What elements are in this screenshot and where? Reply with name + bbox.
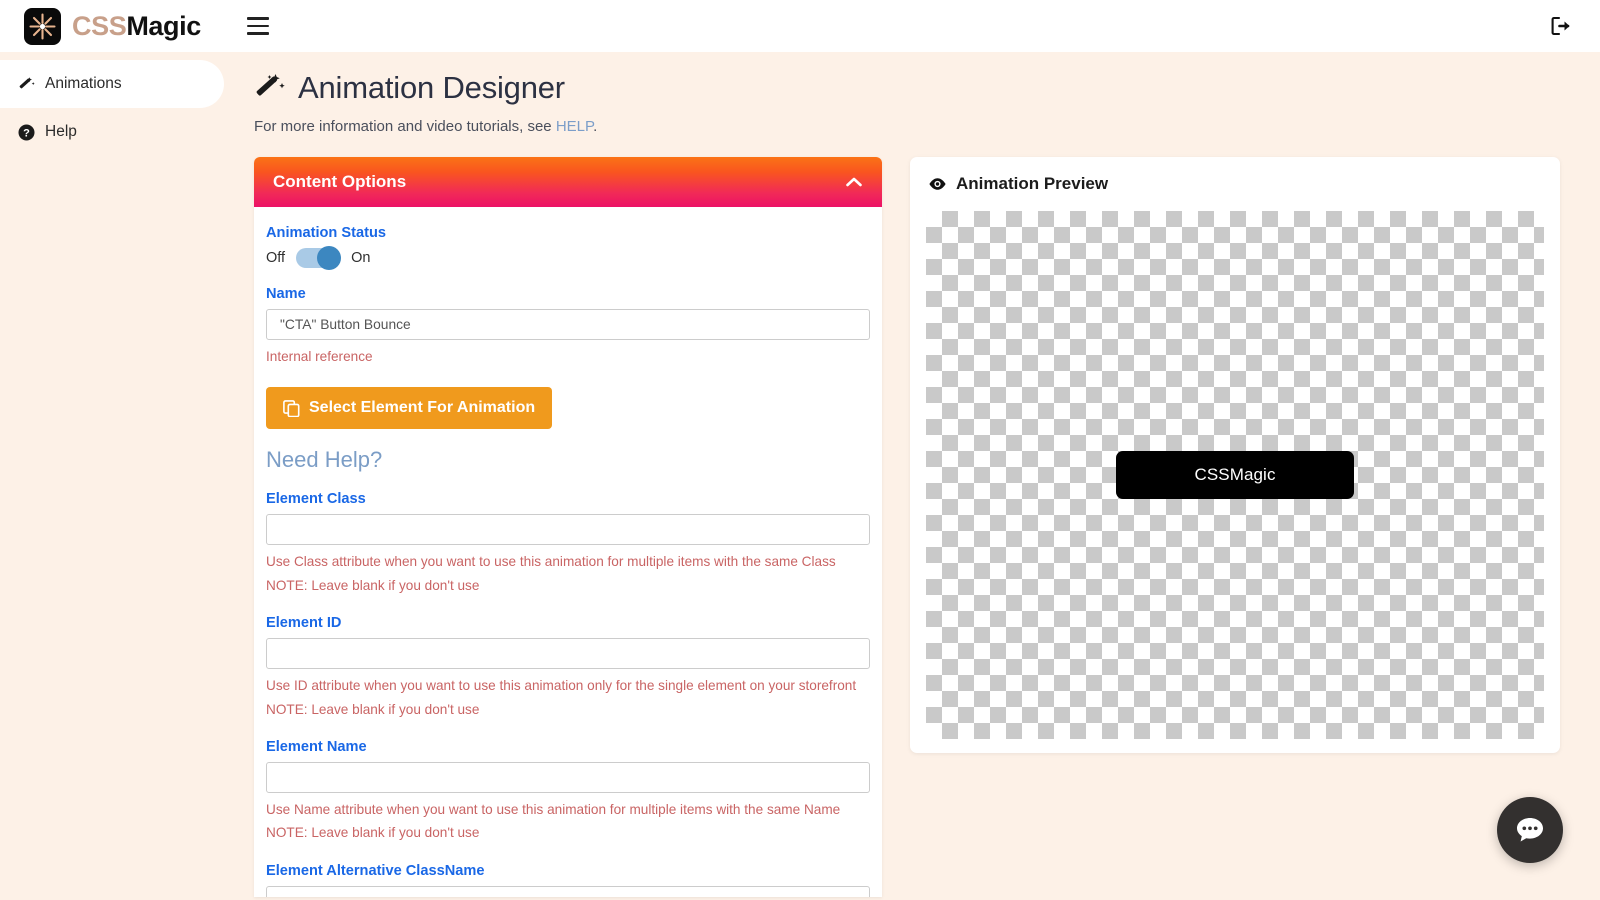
help-link[interactable]: HELP xyxy=(556,118,593,135)
select-element-button[interactable]: Select Element For Animation xyxy=(266,387,552,429)
element-alt-classname-input[interactable] xyxy=(266,886,870,897)
element-alt-classname-label: Element Alternative ClassName xyxy=(266,863,870,879)
toggle-knob xyxy=(317,246,341,270)
element-class-help: Use Class attribute when you want to use… xyxy=(266,550,870,597)
page-subtitle-after: . xyxy=(593,118,597,135)
svg-text:?: ? xyxy=(23,127,30,139)
element-id-help: Use ID attribute when you want to use th… xyxy=(266,674,870,721)
question-circle-icon: ? xyxy=(16,124,36,141)
page-title: Animation Designer xyxy=(254,70,1600,106)
animation-preview-title: Animation Preview xyxy=(956,174,1108,194)
content-options-header[interactable]: Content Options xyxy=(254,157,882,207)
element-class-input[interactable] xyxy=(266,514,870,545)
hamburger-menu-icon[interactable] xyxy=(247,17,269,35)
element-name-help: Use Name attribute when you want to use … xyxy=(266,798,870,845)
animation-preview-card: Animation Preview CSSMagic xyxy=(910,157,1560,753)
name-help-text: Internal reference xyxy=(266,345,870,368)
chevron-up-icon[interactable] xyxy=(845,176,863,188)
copy-icon xyxy=(283,400,300,417)
chat-widget-button[interactable] xyxy=(1497,797,1563,863)
element-id-label: Element ID xyxy=(266,615,870,631)
select-element-button-label: Select Element For Animation xyxy=(309,399,535,417)
element-id-help-line-2: NOTE: Leave blank if you don't use xyxy=(266,698,870,721)
need-help-heading: Need Help? xyxy=(266,447,870,473)
element-class-help-line-1: Use Class attribute when you want to use… xyxy=(266,550,870,573)
preview-element-chip[interactable]: CSSMagic xyxy=(1116,451,1354,499)
element-class-label: Element Class xyxy=(266,491,870,507)
page-title-text: Animation Designer xyxy=(298,70,565,106)
brand-name-css: CSS xyxy=(72,11,126,41)
element-name-help-line-2: NOTE: Leave blank if you don't use xyxy=(266,821,870,844)
toggle-on-label: On xyxy=(351,250,370,266)
element-class-help-line-2: NOTE: Leave blank if you don't use xyxy=(266,574,870,597)
animation-status-toggle[interactable] xyxy=(296,248,340,268)
animation-status-label: Animation Status xyxy=(266,225,870,241)
toggle-off-label: Off xyxy=(266,250,285,266)
page-header: Animation Designer For more information … xyxy=(228,52,1600,135)
element-name-input[interactable] xyxy=(266,762,870,793)
name-label: Name xyxy=(266,286,870,302)
page-subtitle: For more information and video tutorials… xyxy=(254,118,1600,135)
sidebar: Animations ? Help xyxy=(0,52,228,900)
page-subtitle-before: For more information and video tutorials… xyxy=(254,118,556,135)
element-id-help-line-1: Use ID attribute when you want to use th… xyxy=(266,674,870,697)
cssmagic-logo-icon xyxy=(24,8,61,45)
content-options-body: Animation Status Off On Name Internal re… xyxy=(254,207,882,897)
element-name-help-line-1: Use Name attribute when you want to use … xyxy=(266,798,870,821)
name-input[interactable] xyxy=(266,309,870,340)
sidebar-item-label: Animations xyxy=(45,75,122,93)
magic-wand-icon xyxy=(16,76,36,93)
magic-wand-icon xyxy=(254,72,286,104)
animation-status-toggle-row: Off On xyxy=(266,248,870,268)
chat-bubble-icon xyxy=(1513,813,1547,847)
brand-logo[interactable]: CSSMagic xyxy=(24,8,201,45)
main-content: Animation Designer For more information … xyxy=(228,52,1600,900)
content-options-title: Content Options xyxy=(273,172,406,192)
element-id-input[interactable] xyxy=(266,638,870,669)
element-name-label: Element Name xyxy=(266,739,870,755)
brand-name: CSSMagic xyxy=(72,11,201,42)
sidebar-item-label: Help xyxy=(45,123,77,141)
brand-name-magic: Magic xyxy=(126,11,201,41)
animation-preview-header: Animation Preview xyxy=(928,174,1544,194)
animation-preview-stage[interactable]: CSSMagic xyxy=(926,211,1544,739)
sidebar-item-help[interactable]: ? Help xyxy=(0,108,224,156)
content-options-card: Content Options Animation Status Off On … xyxy=(254,157,882,897)
sidebar-item-animations[interactable]: Animations xyxy=(0,60,224,108)
cards-row: Content Options Animation Status Off On … xyxy=(228,135,1600,897)
top-bar: CSSMagic xyxy=(0,0,1600,52)
eye-icon xyxy=(928,177,947,191)
sign-out-icon[interactable] xyxy=(1550,15,1572,37)
